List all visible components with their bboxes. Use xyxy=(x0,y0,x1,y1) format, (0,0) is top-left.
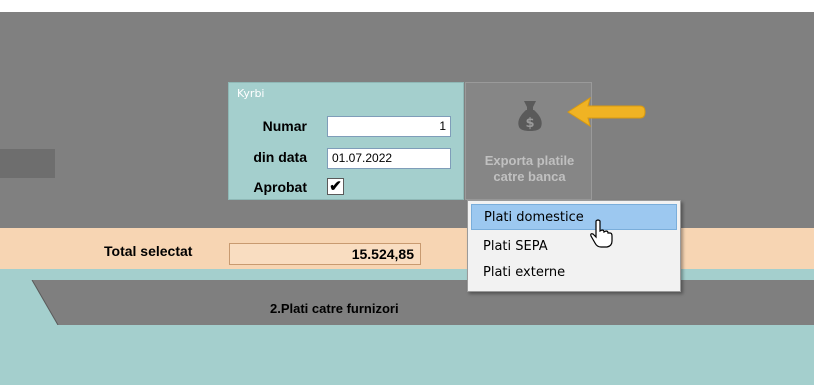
menu-item-plati-externe[interactable]: Plati externe xyxy=(471,260,677,286)
left-control-strip xyxy=(0,149,55,178)
export-label-line2: catre banca xyxy=(493,169,566,184)
money-bag-icon: $ xyxy=(512,97,548,138)
aprobat-label: Aprobat xyxy=(253,179,307,195)
filter-panel: Kyrbi Numar 1 din data 01.07.2022 Aproba… xyxy=(228,82,464,200)
numar-field[interactable]: 1 xyxy=(327,116,451,137)
top-band xyxy=(0,0,814,12)
arrow-left-icon xyxy=(566,92,646,137)
numar-label: Numar xyxy=(262,118,307,134)
svg-text:$: $ xyxy=(525,116,534,131)
export-context-menu: Plati domestice Plati SEPA Plati externe xyxy=(467,200,681,292)
export-button-label: Exporta platile catre banca xyxy=(466,153,593,185)
menu-item-plati-domestice[interactable]: Plati domestice xyxy=(471,204,677,230)
tab-plati-furnizori[interactable]: 2.Plati catre furnizori xyxy=(270,301,399,316)
menu-item-plati-sepa[interactable]: Plati SEPA xyxy=(471,234,677,260)
aprobat-checkbox[interactable]: ✔ xyxy=(327,178,344,195)
export-label-line1: Exporta platile xyxy=(484,153,575,168)
din-data-field[interactable]: 01.07.2022 xyxy=(327,148,451,169)
hand-cursor-icon xyxy=(589,219,615,254)
tab-strip xyxy=(0,280,814,325)
total-selected-value: 15.524,85 xyxy=(229,243,421,265)
din-data-label: din data xyxy=(253,149,307,165)
filter-panel-title: Kyrbi xyxy=(237,87,265,100)
total-selected-label: Total selectat xyxy=(104,243,193,259)
